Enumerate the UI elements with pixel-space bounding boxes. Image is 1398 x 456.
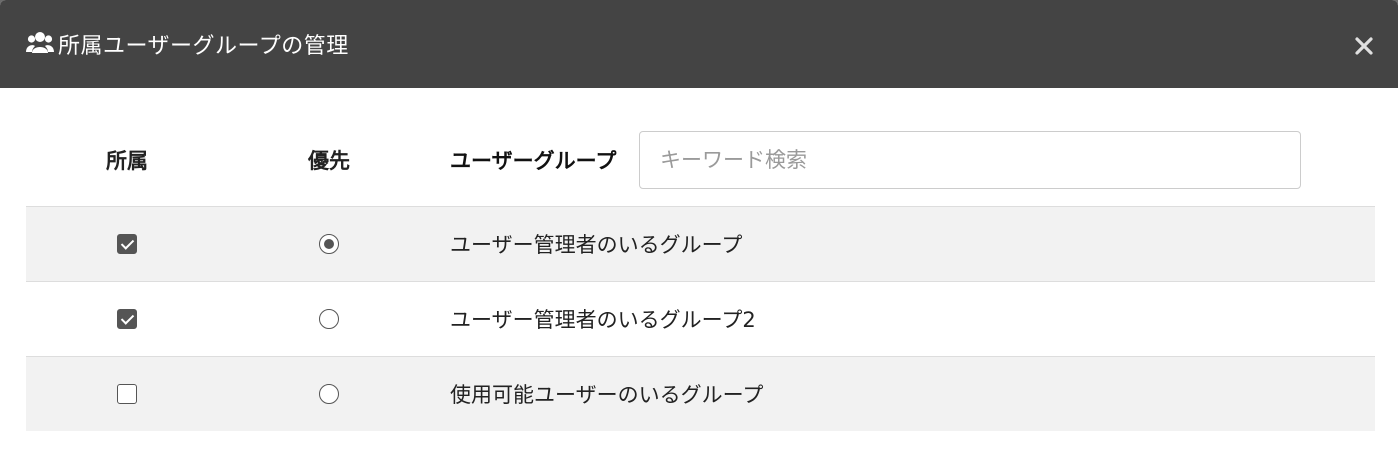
table-row: 使用可能ユーザーのいるグループ: [26, 357, 1375, 431]
belong-checkbox[interactable]: [117, 384, 137, 404]
group-name: 使用可能ユーザーのいるグループ: [450, 383, 764, 407]
group-name: ユーザー管理者のいるグループ: [450, 233, 743, 257]
priority-radio[interactable]: [319, 384, 339, 404]
keyword-search-input[interactable]: [639, 131, 1301, 189]
belong-checkbox[interactable]: [117, 234, 137, 254]
group-name: ユーザー管理者のいるグループ2: [450, 308, 756, 332]
priority-radio[interactable]: [319, 234, 339, 254]
priority-radio[interactable]: [319, 309, 339, 329]
dialog-body: 所属 優先 ユーザーグループ ユーザー管理者のいるグループ ユーザー管理者のいる…: [0, 88, 1398, 431]
group-column-header: ユーザーグループ: [450, 149, 617, 173]
table-row: ユーザー管理者のいるグループ: [26, 207, 1375, 282]
users-icon: [26, 30, 54, 56]
table-header: 所属 優先 ユーザーグループ: [26, 130, 1375, 207]
priority-column-header: 優先: [308, 149, 350, 173]
belong-column-header: 所属: [106, 149, 148, 173]
manage-groups-dialog: 所属ユーザーグループの管理 所属 優先 ユーザーグループ ユーザー管理者のいるグ…: [0, 0, 1398, 456]
dialog-title: 所属ユーザーグループの管理: [58, 34, 349, 59]
table-row: ユーザー管理者のいるグループ2: [26, 282, 1375, 357]
dialog-header: 所属ユーザーグループの管理: [0, 0, 1398, 88]
close-icon[interactable]: [1354, 36, 1374, 56]
belong-checkbox[interactable]: [117, 309, 137, 329]
